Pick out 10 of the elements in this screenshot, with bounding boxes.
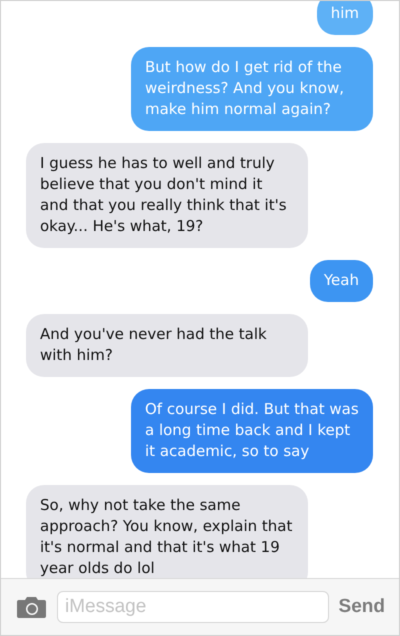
sent-message: him xyxy=(316,1,373,35)
send-button[interactable]: Send xyxy=(338,596,385,618)
message-field[interactable]: iMessage xyxy=(57,591,329,623)
received-message: I guess he has to well and truly believe that you don't mind it and that you really think that it's okay... He's what, 19? xyxy=(26,143,308,248)
sent-message: Yeah xyxy=(310,260,373,302)
camera-icon[interactable] xyxy=(16,595,47,619)
received-message: So, why not take the same approach? You know, explain that it's normal and that it's what 19 year olds do lol xyxy=(26,485,308,578)
received-message: And you've never had the talk with him? xyxy=(26,314,308,377)
sent-message: Of course I did. But that was a long time back and I kept it academic, so to say xyxy=(131,389,373,473)
sent-message: But how do I get rid of the weirdness? And you know, make him normal again? xyxy=(131,47,373,131)
